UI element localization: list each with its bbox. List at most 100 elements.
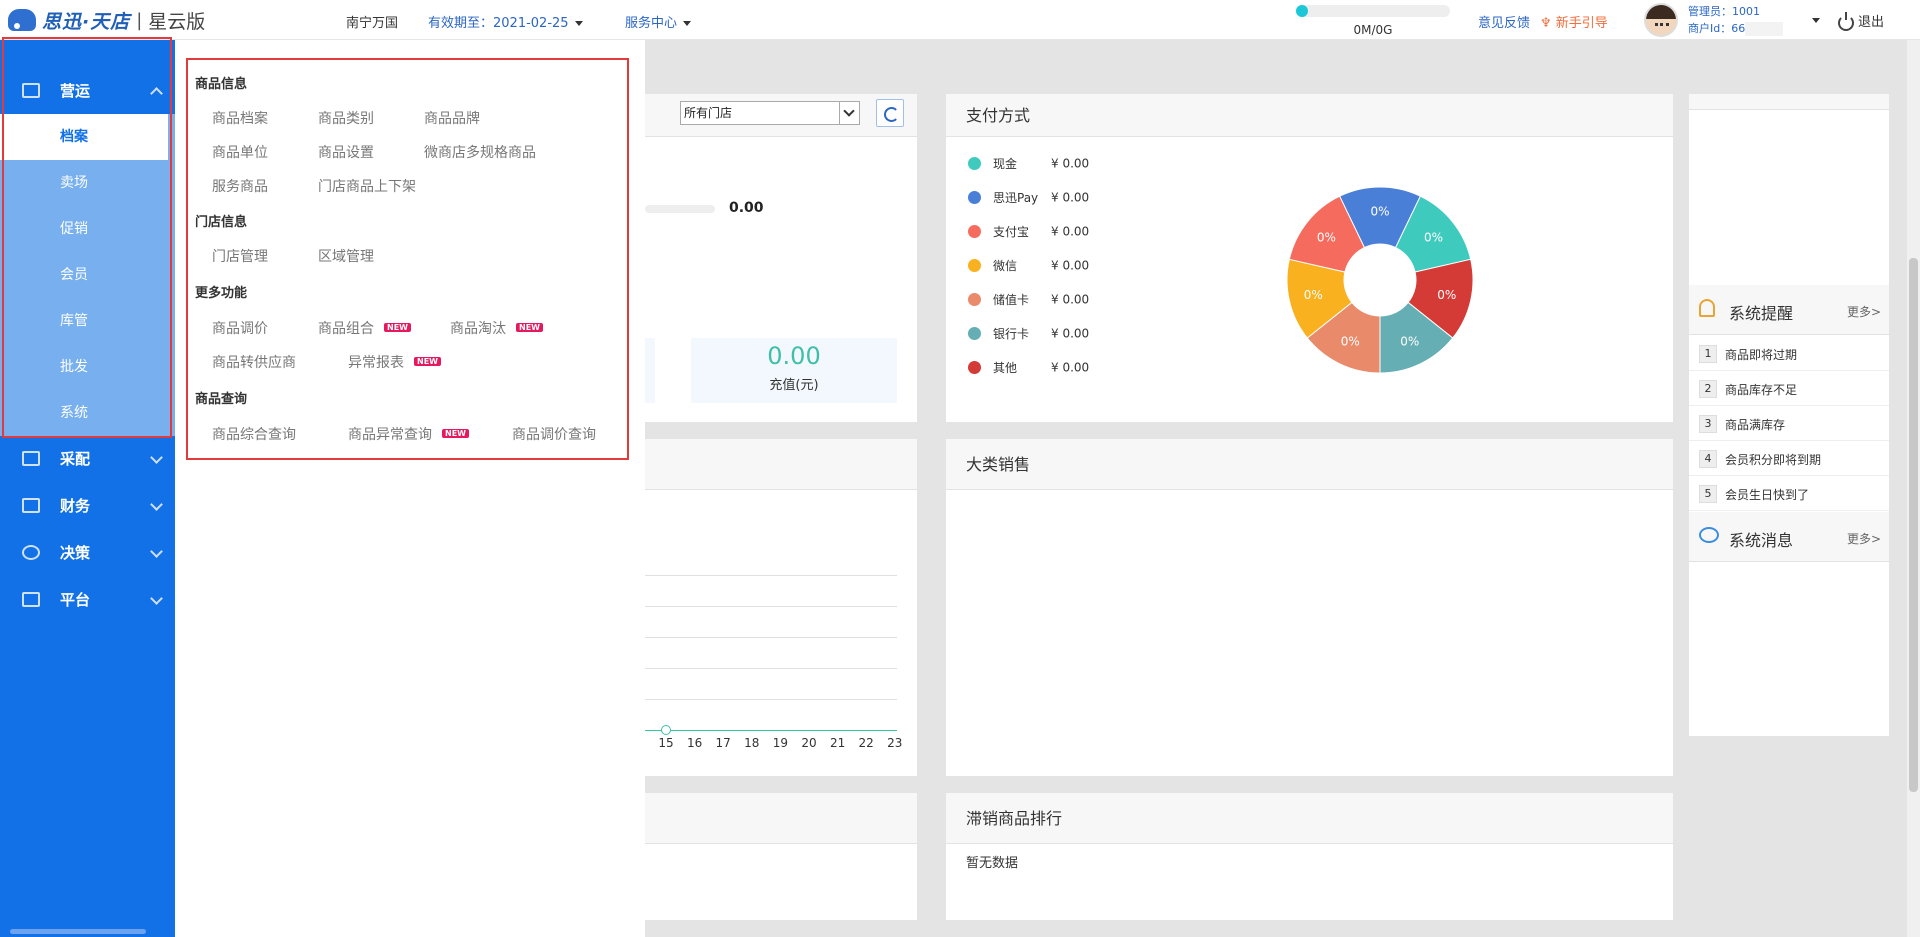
legend-name: 现金 — [993, 157, 1018, 171]
menu-link-product-phaseout[interactable]: 商品淘汰 NEW — [450, 318, 543, 338]
menu-link-label: 商品淘汰 — [450, 321, 506, 337]
sales-summary-panel: 0.00 0.00 充值(元) — [645, 94, 917, 422]
sidebar-item-promotion[interactable]: 促销 — [0, 206, 168, 252]
chart-gridline — [645, 606, 897, 607]
page-scrollbar[interactable] — [1907, 40, 1920, 937]
system-message-more-link[interactable]: 更多> — [1847, 530, 1881, 547]
menu-link-exception-report[interactable]: 异常报表 NEW — [348, 352, 441, 372]
account-dropdown-icon[interactable] — [1812, 18, 1820, 23]
logout-label: 退出 — [1858, 15, 1885, 30]
sidebar-item-wholesale[interactable]: 批发 — [0, 344, 168, 390]
menu-link-price-query[interactable]: 商品调价查询 — [512, 424, 596, 444]
bottom-left-panel — [645, 793, 917, 920]
sidebar-item-inventory[interactable]: 库管 — [0, 298, 168, 344]
system-message-title: 系统消息 — [1729, 531, 1794, 550]
payment-legend-item[interactable]: 银行卡 ¥ 0.00 — [968, 325, 1089, 343]
store-select-value: 所有门店 — [684, 106, 733, 120]
menu-link-product-unit[interactable]: 商品单位 — [212, 142, 268, 162]
storage-usage: 0M/0G — [1296, 5, 1450, 37]
x-tick-label: 22 — [858, 736, 874, 750]
refresh-button[interactable] — [876, 99, 904, 127]
top-bar: 思迅·天店 | 星云版 南宁万国 有效期至：2021-02-25 服务中心 0M… — [0, 0, 1920, 40]
menu-link-region-management[interactable]: 区域管理 — [318, 246, 374, 266]
current-store[interactable]: 南宁万国 — [346, 12, 398, 31]
logo[interactable]: 思迅·天店 | 星云版 — [8, 6, 205, 34]
chevron-down-icon — [683, 21, 692, 26]
chevron-down-icon — [150, 451, 163, 464]
storage-bar — [1296, 5, 1450, 17]
logo-edition-text: 星云版 — [148, 10, 206, 33]
logout-button[interactable]: 退出 — [1838, 11, 1884, 31]
menu-link-transfer-supplier[interactable]: 商品转供应商 — [212, 352, 296, 372]
sidebar-item-member[interactable]: 会员 — [0, 252, 168, 298]
legend-amount: ¥ 0.00 — [1051, 156, 1090, 171]
menu-link-product-brand[interactable]: 商品品牌 — [424, 108, 480, 128]
sales-progress-track — [645, 205, 715, 213]
legend-amount: ¥ 0.00 — [1051, 360, 1090, 375]
sidebar-item-archive[interactable]: 档案 — [0, 114, 168, 160]
menu-link-product-combo[interactable]: 商品组合 NEW — [318, 318, 411, 338]
guide-link[interactable]: ♆ 新手引导 — [1540, 12, 1608, 31]
reminder-item[interactable]: 1 商品即将过期 — [1689, 336, 1889, 371]
account-info[interactable]: 管理员：1001 商户Id：66 — [1688, 3, 1784, 37]
sidebar-group-label: 财务 — [60, 497, 91, 515]
payment-legend-item[interactable]: 储值卡 ¥ 0.00 — [968, 291, 1089, 309]
payment-legend-item[interactable]: 微信 ¥ 0.00 — [968, 257, 1089, 275]
pie-slice-label: 0% — [1304, 288, 1323, 302]
menu-link-price-adjustment[interactable]: 商品调价 — [212, 318, 268, 338]
pie-slice-label: 0% — [1317, 230, 1336, 244]
store-select[interactable]: 所有门店 — [680, 101, 860, 125]
sidebar-item-system[interactable]: 系统 — [0, 390, 168, 436]
reminder-item[interactable]: 2 商品库存不足 — [1689, 371, 1889, 406]
expiry-info[interactable]: 有效期至：2021-02-25 — [428, 12, 583, 31]
menu-link-label: 异常报表 — [348, 355, 404, 371]
menu-link-exception-query[interactable]: 商品异常查询 NEW — [348, 424, 469, 444]
x-tick-label: 19 — [772, 736, 789, 750]
chevron-down-icon — [150, 545, 163, 558]
service-center-menu[interactable]: 服务中心 — [625, 12, 692, 31]
avatar[interactable] — [1644, 3, 1678, 37]
sidebar-group-finance[interactable]: 财务 — [0, 482, 175, 529]
system-reminder-more-link[interactable]: 更多> — [1847, 303, 1881, 320]
reminder-item[interactable]: 4 会员积分即将到期 — [1689, 441, 1889, 476]
chevron-down-icon — [839, 102, 859, 124]
sidebar-group-procurement[interactable]: 采配 — [0, 435, 175, 482]
menu-link-product-query[interactable]: 商品综合查询 — [212, 424, 296, 444]
payment-legend-item[interactable]: 其他 ¥ 0.00 — [968, 359, 1089, 377]
service-center-label: 服务中心 — [625, 16, 678, 31]
menu-link-product-category[interactable]: 商品类别 — [318, 108, 374, 128]
sales-trend-header — [645, 439, 917, 490]
menu-link-service-product[interactable]: 服务商品 — [212, 176, 268, 196]
chart-gridline — [645, 575, 897, 576]
menu-link-multi-spec-product[interactable]: 微商店多规格商品 — [424, 142, 536, 162]
system-reminder-title: 系统提醒 — [1729, 304, 1794, 323]
sidebar-group-platform[interactable]: 平台 — [0, 576, 175, 623]
logo-separator: | — [136, 9, 143, 31]
payment-legend-item[interactable]: 思迅Pay ¥ 0.00 — [968, 189, 1089, 207]
legend-name: 微信 — [993, 259, 1018, 273]
payment-legend-item[interactable]: 支付宝 ¥ 0.00 — [968, 223, 1089, 241]
reminder-item[interactable]: 5 会员生日快到了 — [1689, 476, 1889, 511]
ledger-icon — [22, 498, 40, 513]
menu-link-product-settings[interactable]: 商品设置 — [318, 142, 374, 162]
category-sales-title: 大类销售 — [946, 439, 1673, 490]
x-tick-label: 20 — [801, 736, 817, 750]
sidebar-group-operations[interactable]: 营运 — [0, 67, 175, 114]
x-tick-label: 15 — [658, 736, 674, 750]
guide-label: 新手引导 — [1555, 16, 1608, 31]
page-scrollbar-thumb[interactable] — [1909, 258, 1918, 792]
menu-link-product-archive[interactable]: 商品档案 — [212, 108, 268, 128]
feedback-link[interactable]: 意见反馈 — [1478, 12, 1530, 31]
legend-swatch — [968, 293, 981, 306]
sidebar-group-decision[interactable]: 决策 — [0, 529, 175, 576]
payment-legend-item[interactable]: 现金 ¥ 0.00 — [968, 155, 1089, 173]
reminder-text: 会员积分即将到期 — [1725, 453, 1822, 467]
pie-slice-label: 0% — [1370, 205, 1389, 219]
menu-link-store-product-shelf[interactable]: 门店商品上下架 — [318, 176, 416, 196]
legend-amount: ¥ 0.00 — [1051, 292, 1090, 307]
sidebar-group-label: 采配 — [60, 450, 91, 468]
sidebar-scrollbar[interactable] — [10, 929, 146, 934]
reminder-item[interactable]: 3 商品满库存 — [1689, 406, 1889, 441]
menu-link-store-management[interactable]: 门店管理 — [212, 246, 268, 266]
sidebar-item-store-floor[interactable]: 卖场 — [0, 160, 168, 206]
